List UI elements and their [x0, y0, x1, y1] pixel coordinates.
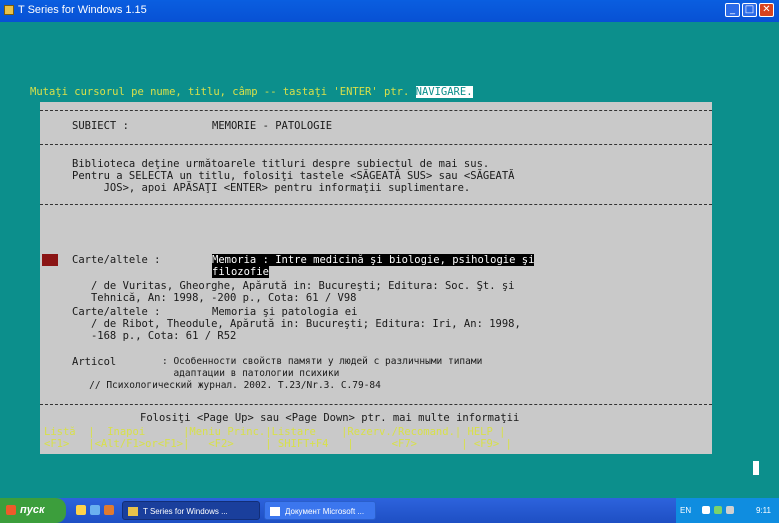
app-icon — [4, 5, 14, 15]
divider — [40, 110, 712, 111]
text-cursor — [753, 461, 759, 475]
quicklaunch-browser-icon[interactable] — [90, 505, 100, 515]
close-button[interactable]: ✕ — [759, 3, 774, 17]
record-1-detail: Tehnică, An: 1998, -200 p., Cota: 61 / V… — [72, 292, 357, 304]
subject-value: MEMORIE - PATOLOGIE — [212, 120, 333, 132]
terminal-screen[interactable]: Mutaţi cursorul pe nume, titlu, câmp -- … — [0, 22, 779, 498]
maximize-button[interactable]: □ — [742, 3, 757, 17]
windows-logo-icon — [6, 505, 16, 515]
record-2-detail: / de Ribot, Theodule, Apărută in: Bucure… — [72, 318, 521, 330]
minimize-button[interactable]: _ — [725, 3, 740, 17]
taskbar-item-label: Документ Microsoft ... — [285, 507, 365, 516]
divider — [40, 404, 712, 405]
record-2-type: Carte/altele : — [72, 306, 167, 318]
record-2-detail: -168 p., Cota: 61 / R52 — [72, 330, 237, 342]
volume-icon[interactable] — [726, 506, 734, 514]
start-label: пуск — [20, 504, 45, 516]
record-1-title[interactable]: Memoria : Intre medicină şi biologie, ps… — [212, 254, 535, 266]
record-3-detail: // Психологический журнал. 2002. Т.23/Nr… — [72, 380, 381, 391]
taskbar-item-tseries[interactable]: T Series for Windows ... — [122, 501, 260, 520]
start-button[interactable]: пуск — [0, 498, 66, 523]
record-3-title[interactable]: : Особенности свойств памяти у людей с р… — [162, 356, 482, 368]
instruction-highlight: NAVIGARE. — [415, 86, 473, 98]
antivirus-icon[interactable] — [714, 506, 722, 514]
divider — [40, 144, 712, 145]
intro-line: Biblioteca deţine următoarele titluri de… — [72, 158, 490, 170]
divider — [40, 204, 712, 205]
instruction-line: Mutaţi cursorul pe nume, titlu, câmp -- … — [30, 86, 473, 98]
taskbar-item-label: T Series for Windows ... — [143, 507, 228, 516]
taskbar-item-word[interactable]: Документ Microsoft ... — [264, 501, 376, 520]
subject-label: SUBIECT : — [72, 120, 129, 132]
record-1-detail: / de Vuritas, Gheorghe, Apărută in: Bucu… — [72, 280, 515, 292]
record-3-type: Articol — [72, 356, 155, 368]
instruction-text: Mutaţi cursorul pe nume, titlu, câmp -- … — [30, 86, 416, 98]
intro-line: JOS>, apoi APĂSAŢI <ENTER> pentru inform… — [72, 182, 471, 194]
selection-marker — [42, 254, 58, 266]
quicklaunch-media-icon[interactable] — [104, 505, 114, 515]
window-titlebar[interactable]: T Series for Windows 1.15 _ □ ✕ — [0, 0, 779, 22]
paging-hint: Folosiţi <Page Up> sau <Page Down> ptr. … — [140, 412, 520, 424]
record-1-type: Carte/altele : — [72, 254, 167, 266]
word-document-icon — [270, 507, 280, 516]
language-indicator[interactable]: EN — [680, 506, 691, 515]
network-icon[interactable] — [702, 506, 710, 514]
quicklaunch-desktop-icon[interactable] — [76, 505, 86, 515]
results-panel: SUBIECT : MEMORIE - PATOLOGIE Biblioteca… — [40, 102, 712, 454]
intro-line: Pentru a SELECTA un titlu, folosiţi tast… — [72, 170, 515, 182]
record-3-title-cont[interactable]: адаптации в патологии психики — [162, 368, 339, 380]
taskbar: пуск T Series for Windows ... Документ M… — [0, 498, 779, 523]
tseries-icon — [128, 507, 138, 516]
window-title: T Series for Windows 1.15 — [18, 4, 147, 16]
clock[interactable]: 9:11 — [756, 506, 771, 515]
record-1-title-cont[interactable]: filozofie — [212, 266, 269, 278]
function-keys-shortcuts[interactable]: <F1> |<Alt/F1>or<F1>| <F2> | SHIFT+F4 | … — [44, 438, 512, 450]
function-keys-labels[interactable]: Listă | Inapoi |Meniu Princ.|Listare |Re… — [44, 426, 505, 438]
record-2-title[interactable]: Memoria şi patologia ei — [212, 306, 357, 318]
system-tray: EN 9:11 — [676, 498, 779, 523]
